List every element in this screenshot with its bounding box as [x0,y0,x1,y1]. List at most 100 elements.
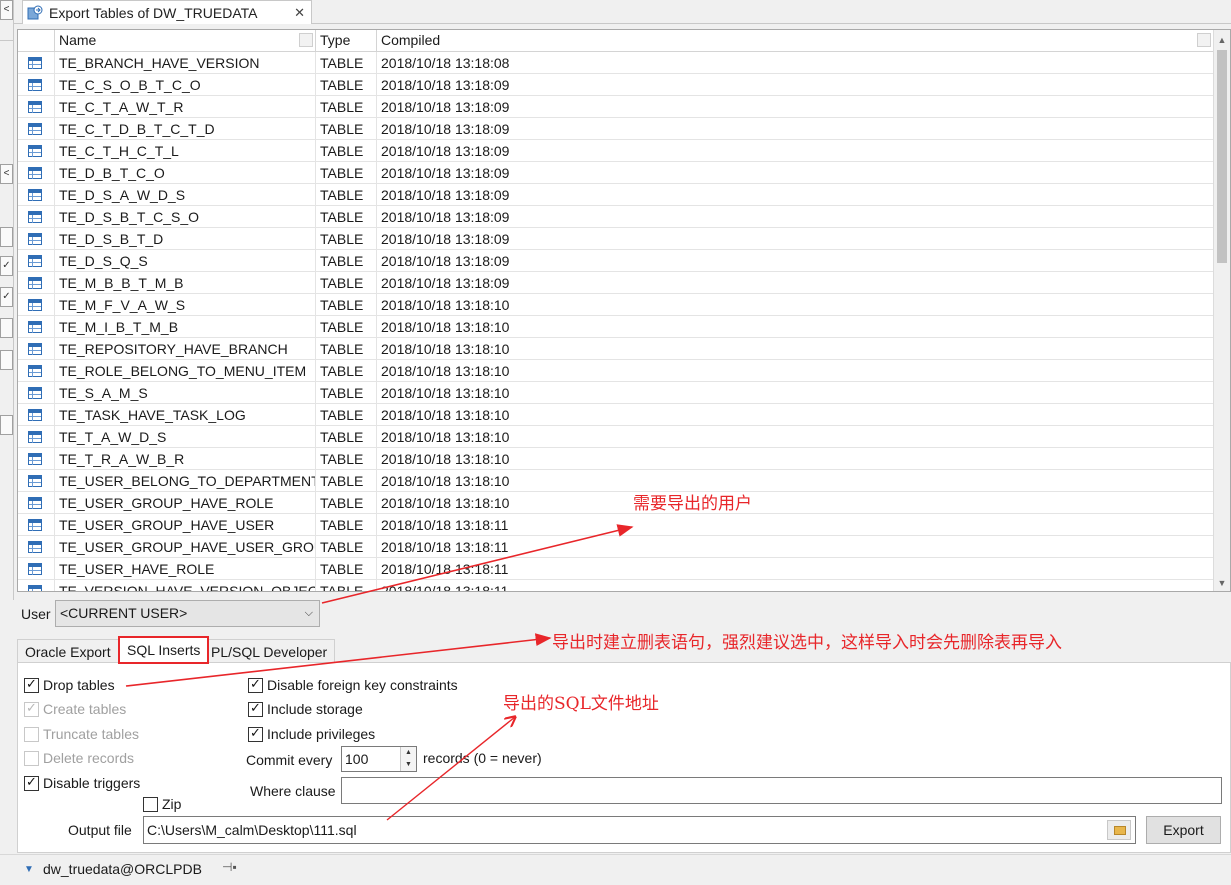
table-row[interactable]: TE_USER_GROUP_HAVE_USER TABLE 2018/10/18 1… [18,514,1213,536]
checkbox-box[interactable] [24,676,39,693]
side-lock-button[interactable] [0,318,13,338]
cell-type[interactable]: TABLE [316,404,377,425]
cell-name[interactable]: TE_T_R_A_W_B_R [55,448,316,469]
cell-compiled[interactable]: 2018/10/18 13:18:11 [377,536,1213,557]
cell-compiled[interactable]: 2018/10/18 13:18:10 [377,382,1213,403]
table-row[interactable]: TE_D_B_T_C_O TABLE 2018/10/18 13:18:09 [18,162,1213,184]
dropdown-triangle-icon[interactable]: ▼ [24,864,34,875]
cell-compiled[interactable]: 2018/10/18 13:18:11 [377,580,1213,591]
create-tables-checkbox[interactable]: Create tables [24,700,126,717]
tab-sql-inserts[interactable]: SQL Inserts [118,636,210,664]
checkbox-box[interactable] [248,676,263,693]
collapse-left-button-2[interactable]: < [0,164,13,184]
table-row[interactable]: TE_USER_GROUP_HAVE_ROLE TABLE 2018/10/18 1… [18,492,1213,514]
cell-compiled[interactable]: 2018/10/18 13:18:10 [377,316,1213,337]
cell-name[interactable]: TE_D_S_B_T_D [55,228,316,249]
cell-compiled[interactable]: 2018/10/18 13:18:09 [377,140,1213,161]
cell-compiled[interactable]: 2018/10/18 13:18:09 [377,206,1213,227]
cell-type[interactable]: TABLE [316,228,377,249]
cell-type[interactable]: TABLE [316,514,377,535]
tab-oracle-export[interactable]: Oracle Export [17,639,119,663]
collapse-left-button[interactable]: < [0,0,13,20]
cell-compiled[interactable]: 2018/10/18 13:18:09 [377,118,1213,139]
cell-compiled[interactable]: 2018/10/18 13:18:09 [377,250,1213,271]
export-button[interactable]: Export [1146,816,1221,844]
disable-fk-checkbox[interactable]: Disable foreign key constraints [248,676,458,693]
table-row[interactable]: TE_USER_GROUP_HAVE_USER_GROUP TABLE 2018/1… [18,536,1213,558]
cell-type[interactable]: TABLE [316,316,377,337]
zip-checkbox[interactable]: Zip [143,796,181,812]
table-row[interactable]: TE_USER_HAVE_ROLE TABLE 2018/10/18 13:18:1… [18,558,1213,580]
tab-plsql-developer[interactable]: PL/SQL Developer [203,639,336,663]
column-filter-icon[interactable] [299,33,313,47]
table-row[interactable]: TE_VERSION_HAVE_VERSION_OBJECT TABLE 2018/… [18,580,1213,591]
table-row[interactable]: TE_C_T_A_W_T_R TABLE 2018/10/18 13:18:09 [18,96,1213,118]
cell-type[interactable]: TABLE [316,184,377,205]
cell-compiled[interactable]: 2018/10/18 13:18:10 [377,426,1213,447]
scroll-down-icon[interactable]: ▼ [1214,575,1230,591]
cell-name[interactable]: TE_M_I_B_T_M_B [55,316,316,337]
table-row[interactable]: TE_D_S_A_W_D_S TABLE 2018/10/18 13:18:09 [18,184,1213,206]
cell-type[interactable]: TABLE [316,338,377,359]
vertical-scrollbar[interactable]: ▲ ▼ [1213,30,1230,591]
cell-compiled[interactable]: 2018/10/18 13:18:10 [377,360,1213,381]
table-row[interactable]: TE_M_F_V_A_W_S TABLE 2018/10/18 13:18:10 [18,294,1213,316]
cell-name[interactable]: TE_USER_BELONG_TO_DEPARTMENT [55,470,316,491]
cell-type[interactable]: TABLE [316,426,377,447]
cell-name[interactable]: TE_C_S_O_B_T_C_O [55,74,316,95]
header-compiled[interactable]: Compiled [377,30,1213,51]
table-row[interactable]: TE_D_S_Q_S TABLE 2018/10/18 13:18:09 [18,250,1213,272]
cell-type[interactable]: TABLE [316,448,377,469]
cell-compiled[interactable]: 2018/10/18 13:18:09 [377,74,1213,95]
cell-type[interactable]: TABLE [316,382,377,403]
cell-compiled[interactable]: 2018/10/18 13:18:10 [377,470,1213,491]
cell-name[interactable]: TE_USER_GROUP_HAVE_USER [55,514,316,535]
table-row[interactable]: TE_ROLE_BELONG_TO_MENU_ITEM TABLE 2018/10/… [18,360,1213,382]
cell-name[interactable]: TE_REPOSITORY_HAVE_BRANCH [55,338,316,359]
cell-compiled[interactable]: 2018/10/18 13:18:08 [377,52,1213,73]
cell-name[interactable]: TE_TASK_HAVE_TASK_LOG [55,404,316,425]
side-check-button-2[interactable]: ✓ [0,287,13,307]
checkbox-box[interactable] [248,700,263,717]
table-row[interactable]: TE_D_S_B_T_D TABLE 2018/10/18 13:18:09 [18,228,1213,250]
cell-type[interactable]: TABLE [316,536,377,557]
cell-compiled[interactable]: 2018/10/18 13:18:10 [377,448,1213,469]
commit-every-spinner[interactable]: 100 ▲ ▼ [341,746,417,772]
scroll-thumb[interactable] [1217,50,1227,263]
checkbox-box[interactable] [248,725,263,742]
cell-compiled[interactable]: 2018/10/18 13:18:09 [377,96,1213,117]
cell-type[interactable]: TABLE [316,580,377,591]
checkbox-box[interactable] [24,700,39,717]
cell-type[interactable]: TABLE [316,250,377,271]
checkbox-box[interactable] [24,726,39,742]
cell-type[interactable]: TABLE [316,558,377,579]
table-row[interactable]: TE_T_R_A_W_B_R TABLE 2018/10/18 13:18:10 [18,448,1213,470]
cell-compiled[interactable]: 2018/10/18 13:18:09 [377,162,1213,183]
cell-name[interactable]: TE_D_S_Q_S [55,250,316,271]
cell-compiled[interactable]: 2018/10/18 13:18:10 [377,492,1213,513]
where-clause-input[interactable] [341,777,1222,804]
checkbox-box[interactable] [24,774,39,791]
cell-name[interactable]: TE_C_T_H_C_T_L [55,140,316,161]
scroll-up-icon[interactable]: ▲ [1214,32,1230,48]
checkbox-box[interactable] [143,796,158,812]
browse-folder-button[interactable] [1107,820,1131,840]
include-privileges-checkbox[interactable]: Include privileges [248,725,375,742]
cell-name[interactable]: TE_T_A_W_D_S [55,426,316,447]
cell-type[interactable]: TABLE [316,206,377,227]
cell-type[interactable]: TABLE [316,360,377,381]
cell-type[interactable]: TABLE [316,52,377,73]
cell-name[interactable]: TE_C_T_A_W_T_R [55,96,316,117]
cell-compiled[interactable]: 2018/10/18 13:18:10 [377,294,1213,315]
drop-tables-checkbox[interactable]: Drop tables [24,676,115,693]
table-row[interactable]: TE_M_I_B_T_M_B TABLE 2018/10/18 13:18:10 [18,316,1213,338]
table-row[interactable]: TE_REPOSITORY_HAVE_BRANCH TABLE 2018/10/18… [18,338,1213,360]
cell-compiled[interactable]: 2018/10/18 13:18:10 [377,404,1213,425]
header-name[interactable]: Name [55,30,316,51]
close-icon[interactable]: ✕ [294,5,305,21]
table-row[interactable]: TE_BRANCH_HAVE_VERSION TABLE 2018/10/18 13… [18,52,1213,74]
table-row[interactable]: TE_T_A_W_D_S TABLE 2018/10/18 13:18:10 [18,426,1213,448]
cell-name[interactable]: TE_D_S_B_T_C_S_O [55,206,316,227]
connection-status[interactable]: dw_truedata@ORCLPDB [43,859,202,879]
table-row[interactable]: TE_C_T_D_B_T_C_T_D TABLE 2018/10/18 13:18:… [18,118,1213,140]
